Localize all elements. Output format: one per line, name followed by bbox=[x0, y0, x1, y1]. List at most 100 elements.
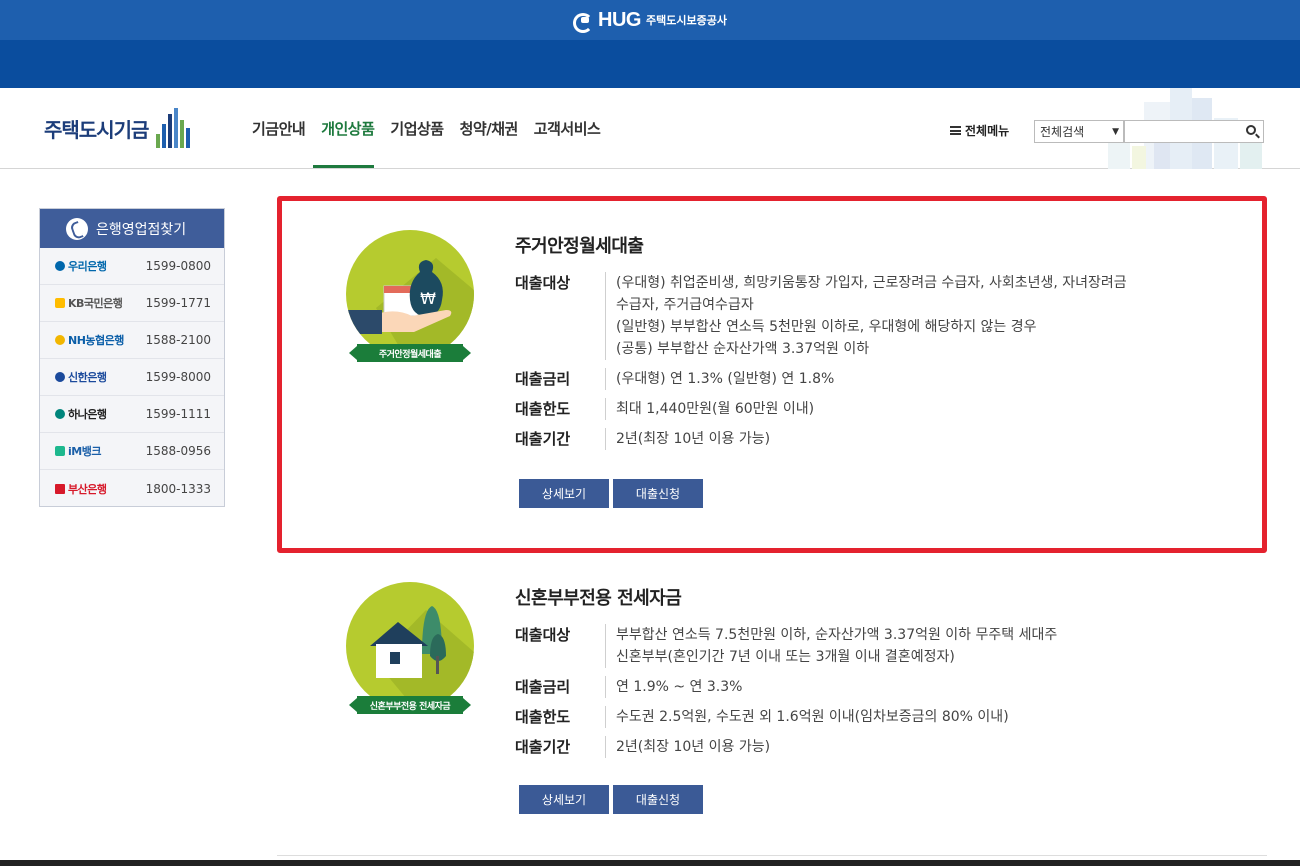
top-band bbox=[0, 40, 1300, 88]
bank-finder-header[interactable]: 은행영업점찾기 bbox=[40, 209, 224, 248]
nav-item-corporate-products[interactable]: 기업상품 bbox=[382, 118, 451, 168]
all-menu-button[interactable]: 전체메뉴 bbox=[950, 122, 1009, 139]
detail-value: 연 1.9% ~ 연 3.3% bbox=[605, 676, 1245, 698]
detail-button[interactable]: 상세보기 bbox=[519, 479, 609, 508]
apply-loan-button[interactable]: 대출신청 bbox=[613, 479, 703, 508]
bank-name: 하나은행 bbox=[55, 406, 107, 422]
bank-tel: 1588-2100 bbox=[145, 333, 211, 347]
bank-tel: 1800-1333 bbox=[145, 481, 211, 496]
detail-row-target: 대출대상 (우대형) 취업준비생, 희망키움통장 가입자, 근로장려금 수급자,… bbox=[515, 272, 1245, 360]
site-logo-bars-icon bbox=[156, 108, 191, 148]
detail-value: 수도권 2.5억원, 수도권 외 1.6억원 이내(임차보증금의 80% 이내) bbox=[605, 706, 1245, 728]
product-buttons: 상세보기 대출신청 bbox=[519, 479, 703, 508]
bank-row-hana[interactable]: 하나은행 1599-1111 bbox=[40, 396, 224, 433]
detail-row-rate: 대출금리 (우대형) 연 1.3% (일반형) 연 1.8% bbox=[515, 368, 1245, 390]
detail-line: 수급자, 주거급여수급자 bbox=[616, 297, 754, 313]
detail-row-period: 대출기간 2년(최장 10년 이용 가능) bbox=[515, 736, 1245, 758]
hana-logo-icon bbox=[55, 409, 65, 419]
bank-name: KB국민은행 bbox=[55, 295, 123, 311]
bank-name: 신한은행 bbox=[55, 369, 107, 385]
product-title: 신혼부부전용 전세자금 bbox=[515, 588, 682, 609]
detail-line: (일반형) 부부합산 연소득 5천만원 이하로, 우대형에 해당하지 않는 경우 bbox=[616, 319, 1037, 335]
detail-label: 대출금리 bbox=[515, 678, 571, 696]
product-card-newlywed-jeonse-loan: 신혼부부전용 전세자금 신혼부부전용 전세자금 대출대상 부부합산 연소득 7.… bbox=[345, 582, 1265, 822]
all-menu-label: 전체메뉴 bbox=[965, 124, 1010, 138]
nav-item-customer-service[interactable]: 고객서비스 bbox=[526, 118, 609, 168]
nh-logo-icon bbox=[55, 335, 65, 345]
product-buttons: 상세보기 대출신청 bbox=[519, 785, 703, 814]
money-bag-hand-icon: ₩ bbox=[346, 230, 474, 358]
bank-tel: 1588-0956 bbox=[145, 444, 211, 458]
detail-line: 신혼부부(혼인기간 7년 이내 또는 3개월 이내 결혼예정자) bbox=[616, 649, 955, 665]
hug-logo-text: HUG bbox=[598, 8, 641, 31]
bank-name: NH농협은행 bbox=[55, 332, 124, 348]
woori-logo-icon bbox=[55, 261, 65, 271]
detail-value: 최대 1,440만원(월 60만원 이내) bbox=[605, 398, 1245, 420]
detail-label: 대출기간 bbox=[515, 430, 571, 448]
product-card-monthly-rent-loan: ₩ 주거안정월세대출 주거안정월세대출 대출대상 (우대형) 취업준비생, 희망… bbox=[345, 230, 1265, 520]
site-logo[interactable]: 주택도시기금 bbox=[44, 108, 191, 148]
bank-row-im[interactable]: iM뱅크 1588-0956 bbox=[40, 433, 224, 470]
divider bbox=[277, 855, 1267, 856]
bank-finder-title: 은행영업점찾기 bbox=[96, 221, 187, 238]
house-trees-icon bbox=[346, 582, 474, 710]
bnk-logo-icon bbox=[55, 483, 65, 494]
bank-tel: 1599-1771 bbox=[145, 296, 211, 310]
detail-label: 대출대상 bbox=[515, 274, 571, 292]
bank-tel: 1599-8000 bbox=[145, 370, 211, 384]
detail-button[interactable]: 상세보기 bbox=[519, 785, 609, 814]
search-input[interactable] bbox=[1124, 120, 1264, 143]
im-bank-logo-icon bbox=[55, 446, 65, 456]
search-scope-select[interactable]: 전체검색 ▼ bbox=[1034, 120, 1124, 143]
bank-row-woori[interactable]: 우리은행 1599-0800 bbox=[40, 248, 224, 285]
product-badge: 신혼부부전용 전세자금 bbox=[345, 582, 475, 722]
svg-text:₩: ₩ bbox=[420, 289, 436, 308]
main-nav: 기금안내 개인상품 기업상품 청약/채권 고객서비스 bbox=[252, 118, 608, 168]
detail-value: 2년(최장 10년 이용 가능) bbox=[605, 428, 1245, 450]
detail-row-limit: 대출한도 최대 1,440만원(월 60만원 이내) bbox=[515, 398, 1245, 420]
detail-value: 부부합산 연소득 7.5천만원 이하, 순자산가액 3.37억원 이하 무주택 … bbox=[605, 624, 1245, 668]
product-title: 주거안정월세대출 bbox=[515, 236, 644, 257]
detail-value: 2년(최장 10년 이용 가능) bbox=[605, 736, 1245, 758]
detail-label: 대출기간 bbox=[515, 738, 571, 756]
detail-row-limit: 대출한도 수도권 2.5억원, 수도권 외 1.6억원 이내(임차보증금의 80… bbox=[515, 706, 1245, 728]
top-bar: HUG 주택도시보증공사 bbox=[0, 0, 1300, 40]
nav-item-personal-products[interactable]: 개인상품 bbox=[313, 118, 382, 168]
bank-name: 우리은행 bbox=[55, 258, 107, 274]
shinhan-logo-icon bbox=[55, 372, 65, 382]
hug-logo-icon bbox=[573, 11, 594, 33]
detail-line: (공통) 부부합산 순자산가액 3.37억원 이하 bbox=[616, 341, 870, 357]
nav-item-subscription-bonds[interactable]: 청약/채권 bbox=[452, 118, 526, 168]
product-details: 대출대상 (우대형) 취업준비생, 희망키움통장 가입자, 근로장려금 수급자,… bbox=[515, 272, 1245, 458]
bank-row-nh[interactable]: NH농협은행 1588-2100 bbox=[40, 322, 224, 359]
product-badge-label: 신혼부부전용 전세자금 bbox=[349, 696, 471, 714]
search-icon[interactable] bbox=[1246, 125, 1256, 135]
product-details: 대출대상 부부합산 연소득 7.5천만원 이하, 순자산가액 3.37억원 이하… bbox=[515, 624, 1245, 766]
chevron-down-icon: ▼ bbox=[1112, 126, 1119, 137]
bank-row-kb[interactable]: KB국민은행 1599-1771 bbox=[40, 285, 224, 322]
bank-row-busan[interactable]: 부산은행 1800-1333 bbox=[40, 470, 224, 507]
detail-label: 대출대상 bbox=[515, 626, 571, 644]
apply-loan-button[interactable]: 대출신청 bbox=[613, 785, 703, 814]
phone-icon bbox=[66, 217, 88, 240]
bank-finder-box: 은행영업점찾기 우리은행 1599-0800 KB국민은행 1599-1771 … bbox=[39, 208, 225, 507]
site-logo-text: 주택도시기금 bbox=[44, 117, 149, 142]
detail-row-period: 대출기간 2년(최장 10년 이용 가능) bbox=[515, 428, 1245, 450]
footer-bar bbox=[0, 860, 1300, 866]
detail-line: (우대형) 취업준비생, 희망키움통장 가입자, 근로장려금 수급자, 사회초년… bbox=[616, 275, 1127, 291]
detail-label: 대출금리 bbox=[515, 370, 571, 388]
site-header: 주택도시기금 기금안내 개인상품 기업상품 청약/채권 고객서비스 전체메뉴 전… bbox=[0, 88, 1300, 169]
bank-tel: 1599-0800 bbox=[145, 259, 211, 273]
hug-logo-subtitle: 주택도시보증공사 bbox=[645, 14, 727, 27]
bank-list: 우리은행 1599-0800 KB국민은행 1599-1771 NH농협은행 1… bbox=[40, 248, 224, 506]
detail-label: 대출한도 bbox=[515, 400, 571, 418]
product-badge-label: 주거안정월세대출 bbox=[349, 344, 471, 362]
nav-item-fund-info[interactable]: 기금안내 bbox=[252, 118, 313, 168]
bank-name: iM뱅크 bbox=[55, 443, 101, 459]
bank-row-shinhan[interactable]: 신한은행 1599-8000 bbox=[40, 359, 224, 396]
bank-tel: 1599-1111 bbox=[145, 407, 211, 421]
hug-logo[interactable]: HUG 주택도시보증공사 bbox=[573, 8, 727, 33]
hamburger-icon bbox=[950, 126, 961, 135]
bank-name: 부산은행 bbox=[55, 481, 107, 497]
kb-logo-icon bbox=[55, 298, 65, 308]
